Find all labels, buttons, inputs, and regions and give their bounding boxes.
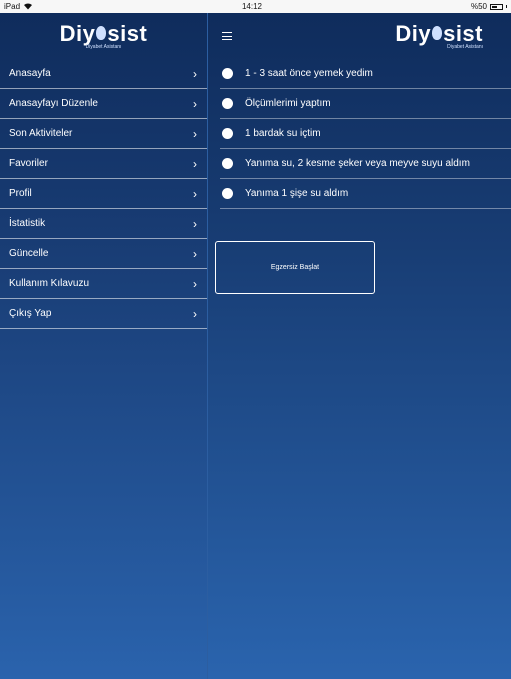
chevron-right-icon: › [193, 156, 197, 171]
sidebar-item-anasayfa[interactable]: Anasayfa › [0, 59, 207, 89]
sidebar: Diy sist Diyabet Asistanı Anasayfa › Anas… [0, 13, 208, 679]
hamburger-icon[interactable] [222, 32, 232, 40]
logo-text-left: Diy [395, 21, 432, 46]
sidebar-item-label: Anasayfayı Düzenle [9, 98, 98, 109]
checklist-item-label: Yanıma 1 şişe su aldım [245, 188, 349, 199]
checklist-item[interactable]: 1 - 3 saat önce yemek yedim [220, 59, 511, 89]
checklist-item[interactable]: Ölçümlerimi yaptım [220, 89, 511, 119]
radio-button[interactable] [222, 188, 233, 199]
logo-text-left: Diy [59, 21, 96, 46]
start-exercise-button[interactable]: Egzersiz Başlat [215, 241, 375, 294]
sidebar-menu: Anasayfa › Anasayfayı Düzenle › Son Akti… [0, 59, 207, 329]
wifi-icon [23, 2, 33, 12]
checklist: 1 - 3 saat önce yemek yedim Ölçümlerimi … [220, 59, 511, 209]
status-bar: iPad 14:12 %50 [0, 0, 511, 13]
status-time: 14:12 [241, 2, 263, 11]
chevron-right-icon: › [193, 216, 197, 231]
battery-tip [506, 5, 507, 8]
sidebar-item-label: Favoriler [9, 158, 48, 169]
apple-icon [432, 26, 443, 41]
top-bar: Diy sist Diyabet Asistanı [208, 13, 511, 59]
logo-text-right: sist [443, 21, 483, 46]
apple-icon [96, 26, 107, 41]
chevron-right-icon: › [193, 96, 197, 111]
sidebar-item-favoriler[interactable]: Favoriler › [0, 149, 207, 179]
sidebar-item-label: Kullanım Kılavuzu [9, 278, 90, 289]
app-window: Diy sist Diyabet Asistanı Anasayfa › Anas… [0, 13, 511, 679]
chevron-right-icon: › [193, 186, 197, 201]
sidebar-item-label: Anasayfa [9, 68, 51, 79]
battery-percent: %50 [470, 2, 487, 11]
chevron-right-icon: › [193, 66, 197, 81]
main-content: Diy sist Diyabet Asistanı 1 - 3 saat önce… [208, 13, 511, 679]
checklist-item-label: 1 - 3 saat önce yemek yedim [245, 68, 373, 79]
radio-button[interactable] [222, 158, 233, 169]
sidebar-item-son-aktiviteler[interactable]: Son Aktiviteler › [0, 119, 207, 149]
header-logo: Diy sist Diyabet Asistanı [395, 21, 483, 51]
chevron-right-icon: › [193, 306, 197, 321]
checklist-item[interactable]: Yanıma 1 şişe su aldım [220, 179, 511, 209]
sidebar-item-label: Güncelle [9, 248, 49, 259]
sidebar-item-istatistik[interactable]: İstatistik › [0, 209, 207, 239]
logo-subtitle: Diyabet Asistanı [85, 44, 122, 50]
checklist-item-label: Ölçümlerimi yaptım [245, 98, 331, 109]
checklist-item-label: Yanıma su, 2 kesme şeker veya meyve suyu… [245, 158, 470, 169]
chevron-right-icon: › [193, 246, 197, 261]
status-left: iPad [4, 2, 33, 12]
status-right: %50 [471, 2, 507, 11]
checklist-item[interactable]: Yanıma su, 2 kesme şeker veya meyve suyu… [220, 149, 511, 179]
radio-button[interactable] [222, 68, 233, 79]
checklist-item-label: 1 bardak su içtim [245, 128, 321, 139]
chevron-right-icon: › [193, 126, 197, 141]
radio-button[interactable] [222, 98, 233, 109]
chevron-right-icon: › [193, 276, 197, 291]
sidebar-item-label: Profil [9, 188, 32, 199]
battery-icon [490, 3, 503, 10]
sidebar-item-label: Son Aktiviteler [9, 128, 73, 139]
sidebar-item-label: Çıkış Yap [9, 308, 52, 319]
sidebar-item-profil[interactable]: Profil › [0, 179, 207, 209]
logo-text-right: sist [107, 21, 148, 46]
sidebar-item-cikis-yap[interactable]: Çıkış Yap › [0, 299, 207, 329]
sidebar-item-guncelle[interactable]: Güncelle › [0, 239, 207, 269]
device-name: iPad [4, 2, 21, 11]
sidebar-item-label: İstatistik [9, 218, 46, 229]
sidebar-item-kullanim-kilavuzu[interactable]: Kullanım Kılavuzu › [0, 269, 207, 299]
sidebar-logo: Diy sist Diyabet Asistanı [0, 13, 207, 59]
logo-subtitle: Diyabet Asistanı [447, 44, 483, 50]
checklist-item[interactable]: 1 bardak su içtim [220, 119, 511, 149]
radio-button[interactable] [222, 128, 233, 139]
sidebar-item-anasayfayi-duzenle[interactable]: Anasayfayı Düzenle › [0, 89, 207, 119]
